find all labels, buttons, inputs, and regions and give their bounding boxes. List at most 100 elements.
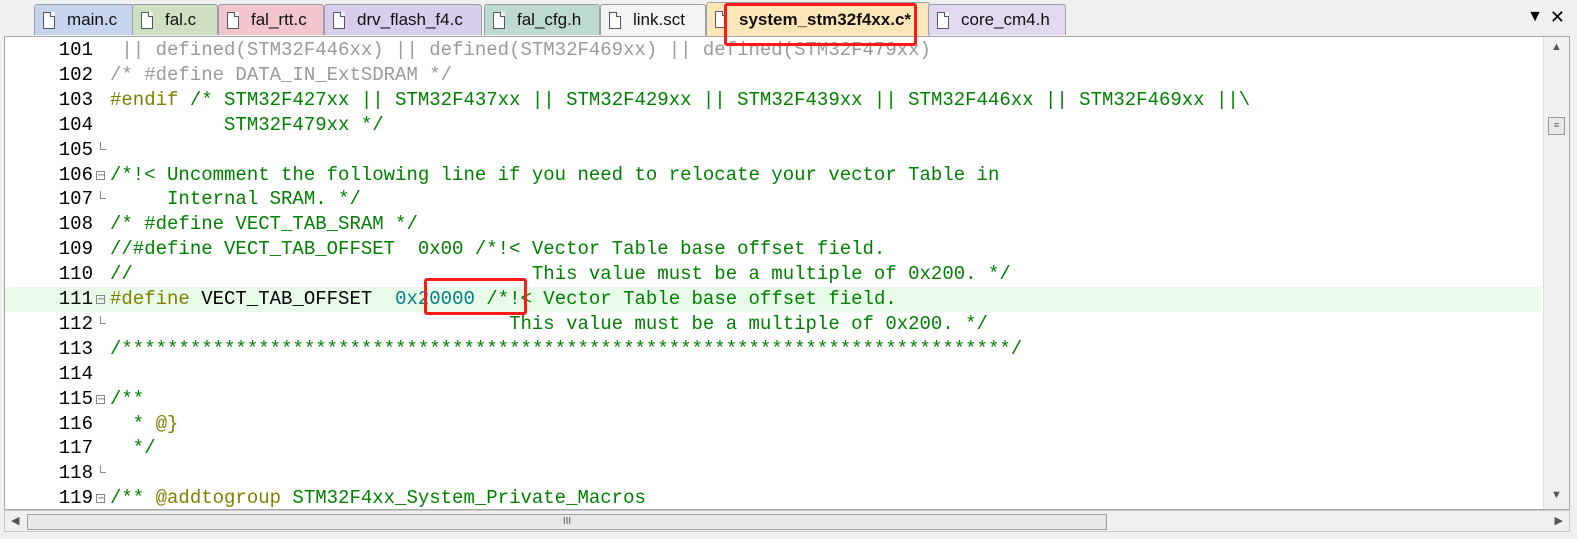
code-line[interactable]: 118 [5,461,1541,486]
scroll-right-icon[interactable]: ▶ [1555,514,1563,527]
file-icon [493,11,505,29]
code-editor[interactable]: 101 || defined(STM32F446xx) || defined(S… [4,36,1570,510]
line-number: 108 [58,213,93,236]
line-number: 107 [58,188,93,211]
code-line[interactable]: 108 /* #define VECT_TAB_SRAM */ [5,212,1541,237]
code-token: /* #define DATA_IN_ExtSDRAM */ [110,63,453,86]
line-number: 115 [58,387,93,410]
tab-label: core_cm4.h [961,10,1050,29]
code-line[interactable]: 104 STM32F479xx */ [5,113,1541,138]
fold-end-icon [100,465,106,474]
code-token: /* #define VECT_TAB_SRAM */ [110,213,418,236]
tab-label: drv_flash_f4.c [357,10,463,29]
highlight-box-offset-value [424,278,527,315]
code-line[interactable]: 112 This value must be a multiple of 0x2… [5,312,1541,337]
code-line[interactable]: 115−/** [5,387,1541,412]
code-text: Internal SRAM. */ [110,187,361,212]
file-icon [937,11,949,29]
code-text: /*!< Uncomment the following line if you… [110,163,999,188]
fold-end-icon [100,191,106,200]
code-token: Internal SRAM. */ [110,188,361,211]
code-token: VECT_TAB_OFFSET [189,288,396,310]
line-number: 103 [58,88,93,111]
code-token: #endif [110,88,179,111]
line-number: 112 [58,312,93,335]
tab-label: fal.c [165,10,197,29]
tab-1[interactable]: fal.c [132,4,218,35]
code-text: * @} [110,412,179,437]
code-line[interactable]: 113 /************************************… [5,337,1541,362]
fold-toggle-icon[interactable]: − [96,394,105,404]
file-icon [333,11,345,29]
scroll-up-icon[interactable]: ▲ [1551,41,1562,53]
scroll-down-icon[interactable]: ▼ [1551,489,1562,501]
line-number: 110 [58,263,93,286]
code-line[interactable]: 110 // This value must be a multiple of 0… [5,262,1541,287]
code-token: /*!< Vector Table base offset field. [474,288,897,310]
tab-label: fal_cfg.h [517,10,582,29]
horizontal-scrollbar[interactable]: ◀ III ▶ [4,510,1570,532]
file-icon [227,11,239,29]
file-icon [141,11,153,29]
code-token: STM32F4xx_System_Private_Macros [281,487,646,510]
fold-toggle-icon[interactable]: − [96,170,105,180]
highlight-box-active-tab [724,3,917,46]
line-number: 119 [58,487,93,510]
horizontal-scroll-thumb[interactable]: III [27,514,1107,530]
code-text: This value must be a multiple of 0x200. … [110,312,988,337]
code-line[interactable]: 119−/** @addtogroup STM32F4xx_System_Pri… [5,486,1541,510]
code-text: STM32F479xx */ [110,113,384,138]
code-line[interactable]: 114 [5,362,1541,387]
code-line[interactable]: 107 Internal SRAM. */ [5,187,1541,212]
code-token: /* STM32F427xx || STM32F437xx || STM32F4… [178,88,1251,111]
code-line[interactable]: 109 //#define VECT_TAB_OFFSET 0x00 /*!< V… [5,237,1541,262]
tab-0[interactable]: main.c [34,4,134,35]
code-text: /** @addtogroup STM32F4xx_System_Private… [110,486,646,510]
tab-3[interactable]: drv_flash_f4.c [324,4,482,35]
line-number: 109 [58,238,93,261]
line-number: 102 [58,63,93,86]
tab-2[interactable]: fal_rtt.c [218,4,324,35]
fold-end-icon [100,141,106,150]
line-number: 105 [58,138,93,161]
line-number: 106 [58,163,93,186]
code-token: /*!< Uncomment the following line if you… [110,163,1000,186]
code-token: /** [110,387,145,410]
tab-label: fal_rtt.c [251,10,307,29]
fold-toggle-icon[interactable]: − [96,494,105,504]
code-token: // This value must be a multiple of 0x20… [110,263,1011,286]
code-token: @addtogroup [155,487,282,510]
scroll-left-icon[interactable]: ◀ [11,514,19,527]
code-text: // This value must be a multiple of 0x20… [110,262,1011,287]
code-token: /** [110,487,156,510]
tab-list-dropdown-icon[interactable]: ▼ [1527,8,1543,26]
code-token: */ [110,437,156,460]
file-icon [43,11,55,29]
code-line[interactable]: 102 /* #define DATA_IN_ExtSDRAM */ [5,63,1541,88]
tab-label: link.sct [633,10,685,29]
line-number: 114 [58,362,93,385]
code-token: /***************************************… [110,337,1023,360]
code-line[interactable]: 111− #define VECT_TAB_OFFSET 0x20000 /*!<… [5,287,1541,312]
line-number: 117 [58,437,93,460]
fold-toggle-icon[interactable]: − [96,295,105,305]
tab-5[interactable]: link.sct [600,4,706,35]
code-token: //#define VECT_TAB_OFFSET 0x00 /*!< Vect… [110,238,886,261]
vertical-scrollbar[interactable]: ▲ ≡ ▼ [1543,37,1569,509]
close-tab-icon[interactable]: ✕ [1550,7,1565,28]
vertical-scroll-thumb[interactable]: ≡ [1548,117,1565,135]
code-line[interactable]: 103 #endif /* STM32F427xx || STM32F437xx … [5,88,1541,113]
tab-label: main.c [67,10,118,29]
fold-end-icon [100,315,106,324]
file-icon [609,11,621,29]
code-line[interactable]: 116 * @} [5,412,1541,437]
code-line[interactable]: 106−/*!< Uncomment the following line if… [5,163,1541,188]
line-number: 101 [58,39,93,61]
tab-4[interactable]: fal_cfg.h [484,4,600,35]
line-number: 113 [58,337,93,360]
tab-7[interactable]: core_cm4.h [928,4,1066,35]
code-text: /***************************************… [110,337,1022,362]
line-number: 104 [58,113,93,136]
code-line[interactable]: 105 [5,138,1541,163]
code-line[interactable]: 117 */ [5,436,1541,461]
